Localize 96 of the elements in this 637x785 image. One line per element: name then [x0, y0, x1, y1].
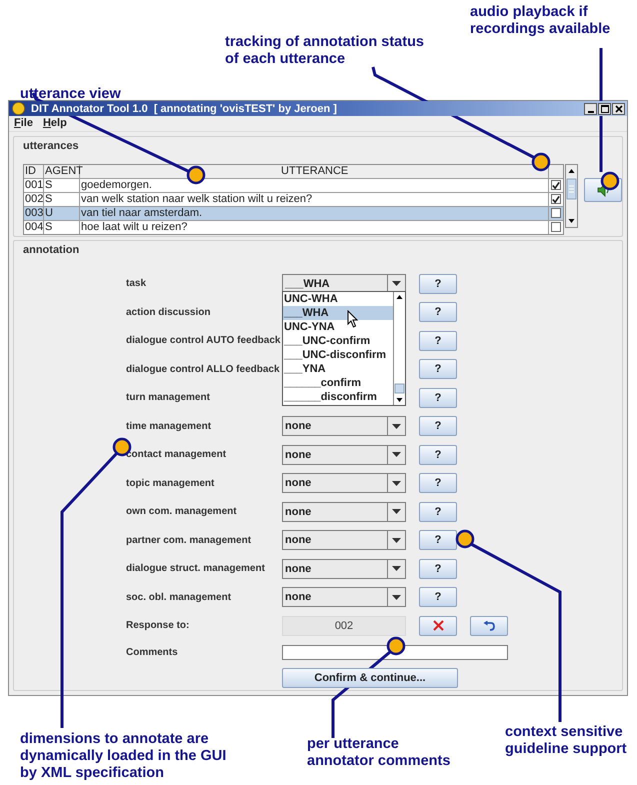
table-cell: 001 — [24, 178, 44, 192]
cross-icon — [432, 620, 444, 632]
dimension-label: time management — [126, 420, 212, 432]
table-cell: S — [44, 220, 80, 234]
maximize-button[interactable] — [598, 102, 611, 115]
confirm-button[interactable]: Confirm & continue... — [282, 668, 458, 688]
help-button[interactable]: ? — [419, 416, 457, 436]
minimize-icon — [588, 110, 594, 113]
checkbox[interactable] — [551, 194, 562, 204]
scrollbar[interactable] — [565, 164, 578, 228]
table-cell: S — [44, 192, 80, 206]
dropdown-option[interactable]: UNC-YNA — [283, 320, 393, 334]
dropdown-field[interactable]: ___WHA — [282, 274, 406, 294]
help-button[interactable]: ? — [419, 359, 457, 380]
dropdown-field[interactable]: none — [282, 530, 406, 550]
app-icon — [12, 102, 25, 116]
table-row[interactable]: 003 U van tiel naar amsterdam. — [24, 206, 564, 220]
panel-title: annotation — [21, 244, 82, 256]
help-button[interactable]: ? — [419, 388, 457, 408]
dropdown-option[interactable]: ___WHA — [283, 306, 393, 320]
table-cell: 002 — [24, 192, 44, 206]
help-button[interactable]: ? — [419, 330, 457, 351]
field-label: Response to: — [126, 620, 190, 632]
dimension-label: own com. management — [126, 506, 238, 518]
caret-icon — [392, 452, 401, 458]
cursor-icon — [347, 310, 359, 328]
minimize-button[interactable] — [584, 102, 597, 115]
callout-text: per utterance annotator comments — [307, 736, 450, 770]
help-button[interactable]: ? — [419, 587, 457, 608]
dropdown-field[interactable]: none — [282, 587, 406, 608]
undo-icon — [483, 620, 495, 631]
dropdown-field[interactable]: none — [282, 473, 406, 494]
close-button[interactable] — [612, 102, 625, 115]
help-button[interactable]: ? — [419, 502, 457, 522]
table-cell: 004 — [24, 220, 44, 234]
dimension-label: dialogue struct. management — [126, 563, 266, 574]
callout-text: utterance view — [20, 86, 121, 103]
callout-text: dimensions to annotate are dynamically loaded in the GUI by XML specification — [20, 731, 226, 782]
field-label: Comments — [126, 647, 179, 658]
clear-button[interactable] — [419, 616, 457, 636]
panel-title: utterances — [21, 140, 81, 152]
table-cell: van welk station naar welk station wilt u reizen? — [80, 192, 550, 206]
dropdown-option[interactable]: ______confirm — [283, 376, 393, 390]
menu-item[interactable]: File — [14, 117, 33, 130]
table-cell: hoe laat wilt u reizen? — [80, 220, 550, 234]
dropdown-option[interactable]: UNC-WHA — [283, 292, 393, 306]
dimension-label: contact management — [126, 449, 228, 460]
dropdown-option[interactable]: ___YNA — [283, 362, 393, 376]
callout-text: tracking of annotation status of each utterance — [225, 34, 424, 68]
table-cell: U — [44, 206, 80, 220]
help-button[interactable]: ? — [419, 302, 457, 322]
checkbox[interactable] — [551, 180, 562, 190]
dimension-label: dialogue control ALLO feedback — [126, 364, 281, 375]
dimension-label: partner com. management — [126, 534, 252, 546]
caret-icon — [392, 424, 401, 429]
dimension-label: dialogue control AUTO feedback — [126, 335, 282, 346]
table-row[interactable]: 004 S hoe laat wilt u reizen? — [24, 220, 564, 234]
caret-icon — [392, 538, 401, 543]
dimension-label: topic management — [126, 478, 216, 489]
callout-text: context sensitive guideline support — [505, 724, 627, 758]
close-icon — [614, 104, 622, 113]
dropdown-option[interactable]: ______disconfirm — [283, 390, 393, 404]
dropdown-option[interactable]: ___UNC-disconfirm — [283, 348, 393, 362]
scrollbar[interactable] — [393, 292, 405, 404]
menu-item[interactable]: Help — [42, 117, 67, 130]
caret-icon — [392, 509, 401, 514]
help-button[interactable]: ? — [419, 473, 457, 494]
help-button[interactable]: ? — [419, 274, 457, 294]
response-field[interactable]: 002 — [282, 616, 406, 636]
caret-icon — [392, 594, 401, 600]
dropdown-field[interactable]: none — [282, 416, 406, 436]
dimension-label: turn management — [126, 392, 211, 404]
callout-text: audio playback if recordings available — [470, 4, 610, 38]
dropdown-field[interactable]: none — [282, 444, 406, 465]
window-title: DIT Annotator Tool 1.0 [ annotating 'ovisTEST' by Jeroen ] — [31, 102, 338, 115]
dropdown-option[interactable]: ___UNC-confirm — [283, 334, 393, 348]
dropdown-field[interactable]: none — [282, 558, 406, 579]
dropdown-field[interactable]: none — [282, 502, 406, 522]
dimension-label: action discussion — [126, 306, 212, 318]
help-button[interactable]: ? — [419, 444, 457, 465]
maximize-icon — [600, 104, 608, 113]
checkbox[interactable] — [551, 222, 562, 232]
caret-icon — [392, 566, 401, 572]
checkbox[interactable] — [551, 208, 562, 218]
table-cell: van tiel naar amsterdam. — [80, 206, 550, 220]
caret-icon — [392, 480, 401, 486]
table-cell: S — [44, 178, 80, 192]
table-cell: 003 — [24, 206, 44, 220]
undo-button[interactable] — [470, 616, 508, 636]
dimension-label: task — [126, 278, 148, 290]
column-header: ID — [24, 164, 44, 178]
dimension-label: soc. obl. management — [126, 592, 232, 603]
help-button[interactable]: ? — [419, 558, 457, 579]
help-button[interactable]: ? — [419, 530, 457, 550]
comments-field[interactable] — [282, 645, 508, 660]
caret-icon — [392, 281, 401, 286]
